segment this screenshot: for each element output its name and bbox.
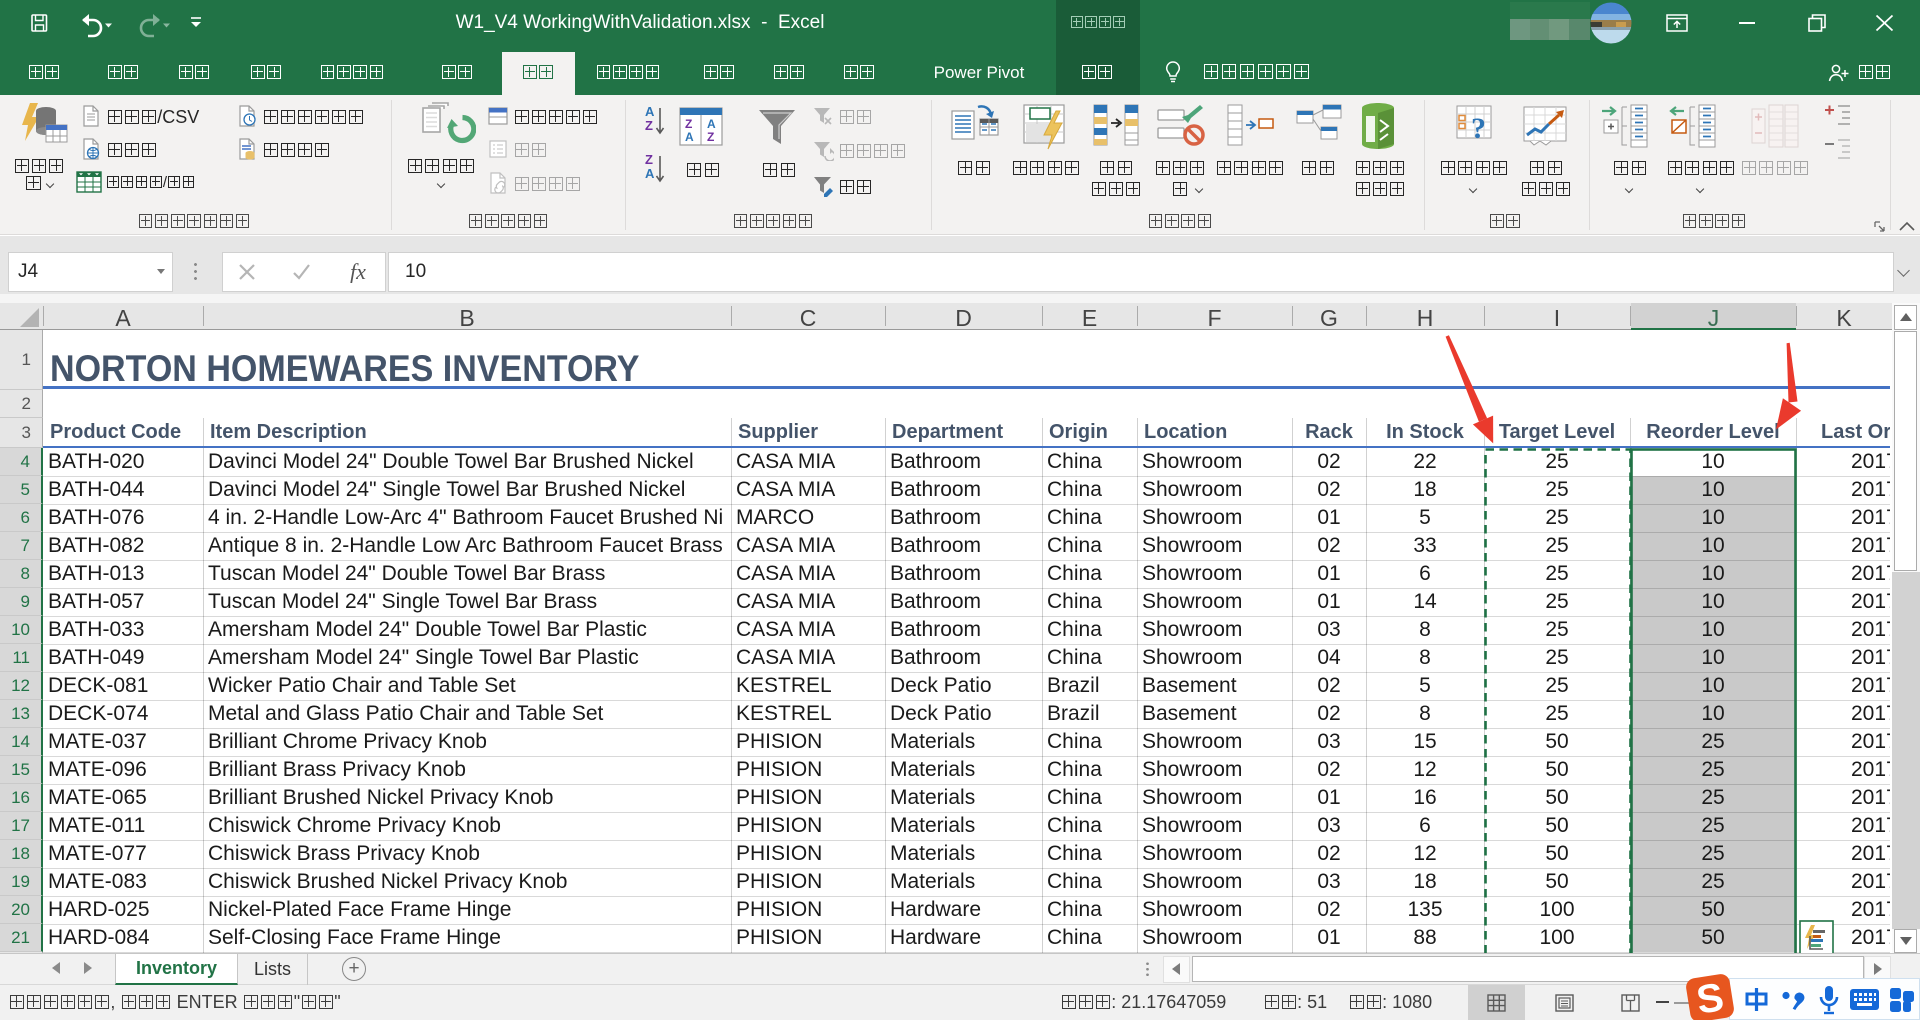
svg-text:A: A xyxy=(707,117,716,131)
svg-text:?: ? xyxy=(1471,112,1486,145)
svg-text:A: A xyxy=(645,104,655,119)
svg-text:A: A xyxy=(685,130,694,144)
svg-text:Z: Z xyxy=(707,130,714,144)
svg-text:A: A xyxy=(645,166,655,181)
svg-text:Z: Z xyxy=(685,117,692,131)
svg-text:Z: Z xyxy=(645,152,653,167)
svg-text:Z: Z xyxy=(645,118,653,133)
svg-text:fx: fx xyxy=(350,261,366,283)
